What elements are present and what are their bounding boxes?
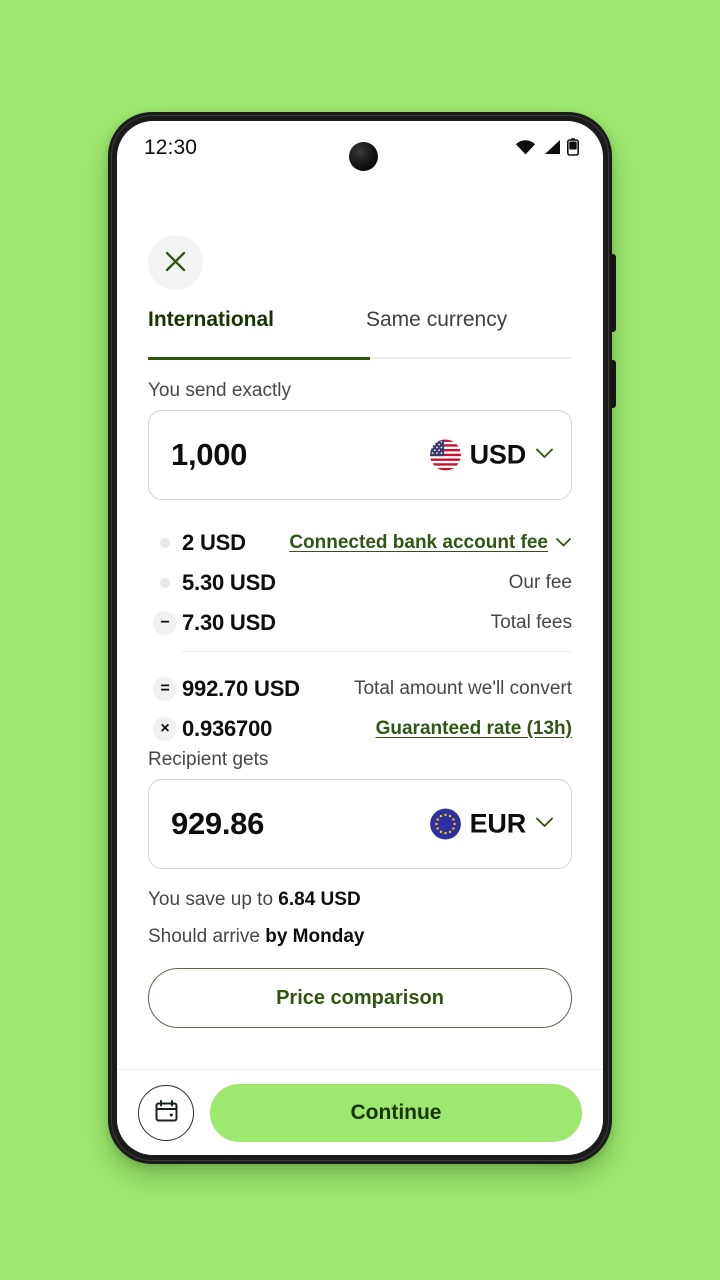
total-convert-row: = 992.70 USD Total amount we'll convert bbox=[148, 669, 572, 709]
fee-breakdown-list: 2 USD Connected bank account fee 5.30 US… bbox=[148, 523, 572, 643]
fee-caption: Total fees bbox=[490, 612, 572, 633]
savings-prefix: You save up to bbox=[148, 889, 279, 910]
fee-row-bank-account: 2 USD Connected bank account fee bbox=[148, 523, 572, 563]
status-bar-time: 12:30 bbox=[144, 136, 198, 159]
recipient-currency-code: EUR bbox=[469, 808, 527, 839]
price-comparison-button[interactable]: Price comparison bbox=[148, 968, 572, 1028]
us-flag-icon bbox=[429, 439, 461, 471]
send-currency-code: USD bbox=[469, 439, 527, 470]
conversion-total-list: = 992.70 USD Total amount we'll convert … bbox=[148, 669, 572, 749]
total-convert-caption: Total amount we'll convert bbox=[353, 678, 572, 699]
tab-same-currency[interactable]: Same currency bbox=[366, 308, 507, 332]
battery-icon bbox=[567, 138, 579, 156]
send-amount-field[interactable]: 1,000 USD bbox=[148, 410, 572, 500]
arrival-value: by Monday bbox=[265, 926, 365, 947]
fee-link-label: Connected bank account fee bbox=[289, 532, 548, 553]
multiply-operator-badge: × bbox=[153, 717, 177, 741]
phone-frame: 12:30 International Same currency You se… bbox=[108, 112, 616, 1164]
chevron-down-icon bbox=[535, 817, 554, 832]
exchange-rate-row: × 0.936700 Guaranteed rate (13h) bbox=[148, 709, 572, 749]
recipient-amount-value[interactable]: 929.86 bbox=[171, 806, 264, 842]
total-convert-amount: 992.70 USD bbox=[182, 676, 300, 701]
phone-screen: 12:30 International Same currency You se… bbox=[117, 121, 603, 1155]
fee-amount: 7.30 USD bbox=[182, 610, 276, 635]
operator-slot bbox=[148, 578, 182, 588]
schedule-transfer-button[interactable] bbox=[138, 1084, 194, 1141]
volume-side-button[interactable] bbox=[611, 254, 616, 332]
cellular-signal-icon bbox=[542, 139, 561, 155]
status-bar: 12:30 bbox=[117, 121, 603, 177]
guaranteed-rate-link[interactable]: Guaranteed rate (13h) bbox=[376, 718, 572, 740]
operator-slot: = bbox=[148, 677, 182, 701]
fee-row-total-fees: − 7.30 USD Total fees bbox=[148, 603, 572, 643]
minus-operator-badge: − bbox=[153, 611, 177, 635]
transfer-calculator-screen: International Same currency You send exa… bbox=[117, 177, 603, 1155]
recipient-currency-picker[interactable]: EUR bbox=[429, 808, 554, 840]
savings-line: You save up to 6.84 USD bbox=[148, 889, 361, 911]
fee-amount: 5.30 USD bbox=[182, 570, 276, 595]
fee-amount: 2 USD bbox=[182, 530, 246, 555]
send-amount-value[interactable]: 1,000 bbox=[171, 437, 247, 473]
bottom-action-bar: Continue bbox=[117, 1069, 603, 1155]
operator-slot bbox=[148, 538, 182, 548]
power-side-button[interactable] bbox=[611, 360, 616, 408]
front-camera-cutout bbox=[349, 142, 378, 171]
continue-button[interactable]: Continue bbox=[210, 1083, 582, 1142]
arrival-prefix: Should arrive bbox=[148, 926, 266, 947]
tab-active-indicator bbox=[148, 357, 370, 360]
equals-operator-badge: = bbox=[153, 677, 177, 701]
chevron-down-icon bbox=[535, 448, 554, 463]
recipient-amount-field[interactable]: 929.86 EUR bbox=[148, 779, 572, 869]
operator-slot: − bbox=[148, 611, 182, 635]
eu-flag-icon bbox=[429, 808, 461, 840]
send-amount-label: You send exactly bbox=[148, 380, 291, 401]
tab-underline-track bbox=[148, 357, 572, 360]
status-bar-icons bbox=[515, 138, 579, 156]
wifi-icon bbox=[515, 139, 536, 155]
transfer-type-tabs: International Same currency bbox=[117, 308, 603, 360]
close-icon bbox=[163, 249, 188, 277]
send-currency-picker[interactable]: USD bbox=[429, 439, 554, 471]
fee-row-our-fee: 5.30 USD Our fee bbox=[148, 563, 572, 603]
close-button[interactable] bbox=[148, 235, 203, 290]
fee-caption: Our fee bbox=[508, 572, 572, 593]
tab-international[interactable]: International bbox=[148, 308, 274, 332]
savings-amount: 6.84 USD bbox=[278, 889, 361, 910]
connected-bank-account-fee-link[interactable]: Connected bank account fee bbox=[289, 532, 572, 554]
exchange-rate-value: 0.936700 bbox=[182, 716, 273, 741]
bullet-dot-icon bbox=[160, 538, 170, 548]
operator-slot: × bbox=[148, 717, 182, 741]
arrival-line: Should arrive by Monday bbox=[148, 926, 364, 948]
recipient-amount-label: Recipient gets bbox=[148, 749, 269, 770]
bullet-dot-icon bbox=[160, 578, 170, 588]
calendar-icon bbox=[153, 1098, 180, 1128]
chevron-down-icon bbox=[555, 536, 572, 551]
fee-divider bbox=[182, 651, 572, 652]
